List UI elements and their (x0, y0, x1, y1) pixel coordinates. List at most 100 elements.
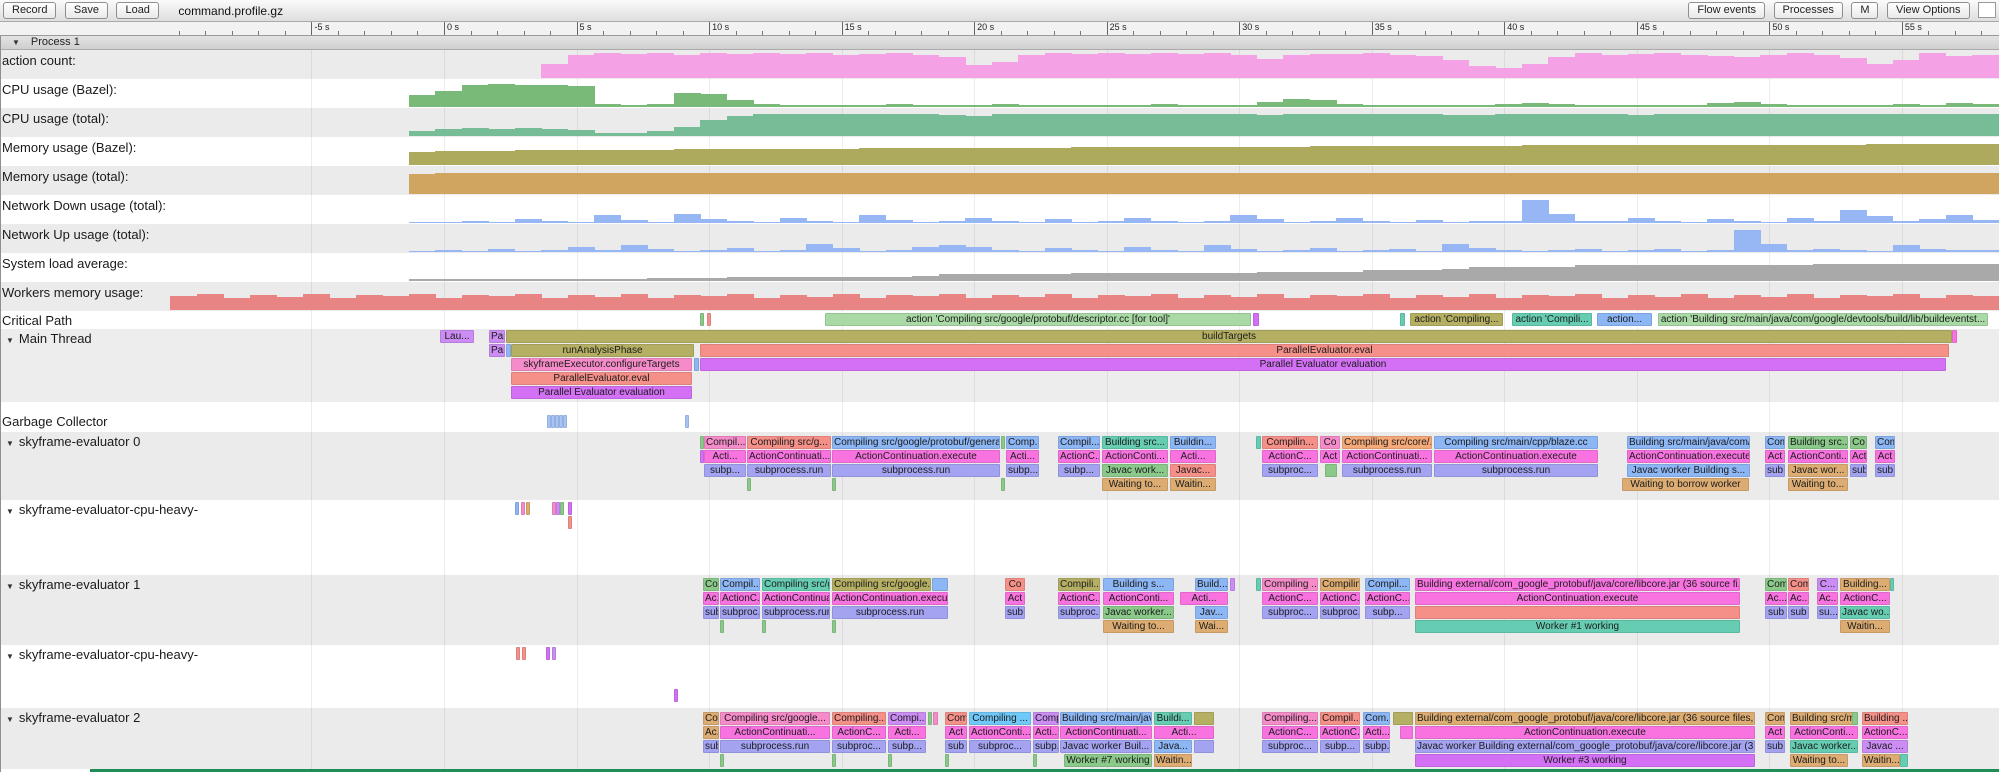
collapse-arrow-icon[interactable]: ▼ (6, 507, 14, 516)
trace-slice[interactable]: subp... (888, 740, 926, 753)
trace-slice[interactable]: subproc... (1262, 606, 1318, 619)
trace-slice[interactable]: subp... (1363, 740, 1390, 753)
trace-slice[interactable]: Building src/ma... (1790, 712, 1858, 725)
trace-slice[interactable]: subprocess.run (720, 740, 830, 753)
trace-slice[interactable]: Acti... (1180, 592, 1228, 605)
trace-slice[interactable] (1400, 726, 1413, 739)
trace-slice[interactable]: ActionC... (1058, 592, 1100, 605)
trace-slice[interactable]: ActionContinuati... (762, 592, 830, 605)
trace-slice[interactable]: subproc... (1262, 464, 1318, 477)
trace-slice[interactable] (1253, 313, 1259, 326)
trace-slice[interactable]: Co (1005, 578, 1025, 591)
trace-slice[interactable] (568, 502, 572, 515)
trace-slice[interactable] (694, 358, 699, 371)
trace-slice[interactable]: ActionC... (1320, 726, 1360, 739)
trace-slice[interactable]: Compiling src/core/... (1342, 436, 1432, 449)
trace-slice[interactable]: C... (1817, 578, 1838, 591)
trace-slice[interactable]: Wai... (1195, 620, 1228, 633)
trace-slice[interactable]: Act (945, 726, 967, 739)
trace-slice[interactable]: Lau... (440, 330, 474, 343)
trace-slice[interactable] (516, 647, 520, 660)
trace-slice[interactable]: Waitin... (1154, 754, 1192, 767)
trace-slice[interactable]: Compil... (720, 578, 760, 591)
trace-slice[interactable]: ActionConti... (1790, 726, 1858, 739)
trace-slice[interactable]: Javac wo... (1840, 606, 1890, 619)
trace-slice[interactable]: ActionC... (1862, 726, 1908, 739)
trace-slice[interactable]: Building ... (1862, 712, 1908, 725)
trace-slice[interactable]: action 'Compili... (1512, 313, 1592, 326)
trace-slice[interactable]: subp... (1058, 464, 1100, 477)
trace-slice[interactable] (1852, 712, 1858, 725)
trace-slice[interactable]: Worker #3 working (1415, 754, 1755, 767)
trace-slice[interactable]: ActionConti... (1102, 450, 1168, 463)
trace-slice[interactable]: Compil... (704, 436, 746, 449)
trace-slice[interactable] (526, 502, 530, 515)
trace-slice[interactable]: Acti... (1154, 726, 1214, 739)
trace-slice[interactable]: skyframeExecutor.configureTargets (511, 358, 692, 371)
trace-slice[interactable]: subproc... (1262, 740, 1318, 753)
trace-slice[interactable] (1890, 578, 1894, 591)
trace-slice[interactable]: Waiting to... (1790, 754, 1848, 767)
trace-slice[interactable]: Compiling src/g... (762, 578, 830, 591)
trace-slice[interactable] (674, 689, 678, 702)
trace-slice[interactable] (546, 647, 550, 660)
trace-slice[interactable]: ActionC... (720, 592, 760, 605)
trace-slice[interactable] (720, 754, 724, 767)
trace-slice[interactable] (1230, 578, 1235, 591)
trace-slice[interactable]: ActionC... (1840, 592, 1890, 605)
trace-slice[interactable]: ParallelEvaluator.eval (700, 344, 1949, 357)
trace-slice[interactable]: Com (945, 712, 967, 725)
trace-slice[interactable]: Compiling src/google/protobuf/generat... (832, 436, 1000, 449)
trace-slice[interactable]: sub (1788, 606, 1809, 619)
trace-slice[interactable]: Compilin... (1262, 436, 1318, 449)
collapse-arrow-icon[interactable]: ▼ (6, 652, 14, 661)
trace-slice[interactable]: Building s... (1103, 578, 1174, 591)
trace-slice[interactable]: Waiting to... (1788, 478, 1848, 491)
trace-slice[interactable]: sub (1850, 464, 1867, 477)
trace-slice[interactable] (1194, 740, 1214, 753)
trace-slice[interactable]: Compil... (1320, 712, 1360, 725)
trace-slice[interactable]: ActionContinuation.execute (1415, 592, 1740, 605)
trace-slice[interactable]: Javac work... (1102, 464, 1168, 477)
trace-slice[interactable]: Building src/main/jav... (1060, 712, 1152, 725)
trace-slice[interactable]: sub (1765, 740, 1785, 753)
trace-slice[interactable]: Ac... (1765, 592, 1787, 605)
trace-slice[interactable]: Javac worker... (1103, 606, 1174, 619)
trace-slice[interactable]: action 'Compiling... (1410, 313, 1503, 326)
trace-slice[interactable]: Jav... (1195, 606, 1228, 619)
trace-slice[interactable]: Waiting to borrow worker (1622, 478, 1749, 491)
trace-slice[interactable]: subproc... (969, 740, 1031, 753)
trace-slice[interactable]: ActionContinuation.execute (1415, 726, 1755, 739)
trace-slice[interactable]: Javac wor... (1788, 464, 1848, 477)
trace-slice[interactable]: Com (1765, 578, 1787, 591)
trace-slice[interactable]: ActionContinuati... (1342, 450, 1432, 463)
trace-slice[interactable]: Compilin... (1320, 578, 1360, 591)
trace-slice[interactable]: Par (489, 344, 505, 357)
trace-slice[interactable]: Com (703, 578, 719, 591)
trace-slice[interactable]: Compili... (1058, 578, 1100, 591)
trace-slice[interactable] (522, 647, 526, 660)
trace-slice[interactable]: subprocess.run (747, 464, 831, 477)
trace-slice[interactable]: Act (1875, 450, 1895, 463)
trace-slice[interactable] (1033, 754, 1037, 767)
trace-slice[interactable] (1415, 606, 1740, 619)
trace-slice[interactable]: ActionContinuati... (747, 450, 831, 463)
trace-slice[interactable]: Javac worker Buil... (1060, 740, 1152, 753)
trace-slice[interactable]: Waitin... (1862, 754, 1900, 767)
trace-slice[interactable] (560, 502, 564, 515)
collapse-arrow-icon[interactable]: ▼ (6, 336, 14, 345)
trace-slice[interactable]: sub (945, 740, 967, 753)
trace-slice[interactable]: action... (1597, 313, 1652, 326)
trace-slice[interactable]: Act (1765, 726, 1785, 739)
trace-slice[interactable] (888, 754, 892, 767)
trace-slice[interactable]: ActionC... (1320, 592, 1360, 605)
trace-slice[interactable]: Compil... (1058, 436, 1100, 449)
trace-slice[interactable]: Building external/com_google_protobuf/ja… (1415, 712, 1755, 725)
trace-slice[interactable] (1256, 578, 1261, 591)
collapse-arrow-icon[interactable]: ▼ (6, 439, 14, 448)
collapse-arrow-icon[interactable]: ▼ (6, 582, 14, 591)
trace-slice[interactable]: action 'Building src/main/java/com/googl… (1658, 313, 1988, 326)
trace-slice[interactable]: Acti... (1006, 450, 1039, 463)
trace-slice[interactable]: subproc... (720, 606, 760, 619)
trace-slice[interactable] (1900, 754, 1908, 767)
